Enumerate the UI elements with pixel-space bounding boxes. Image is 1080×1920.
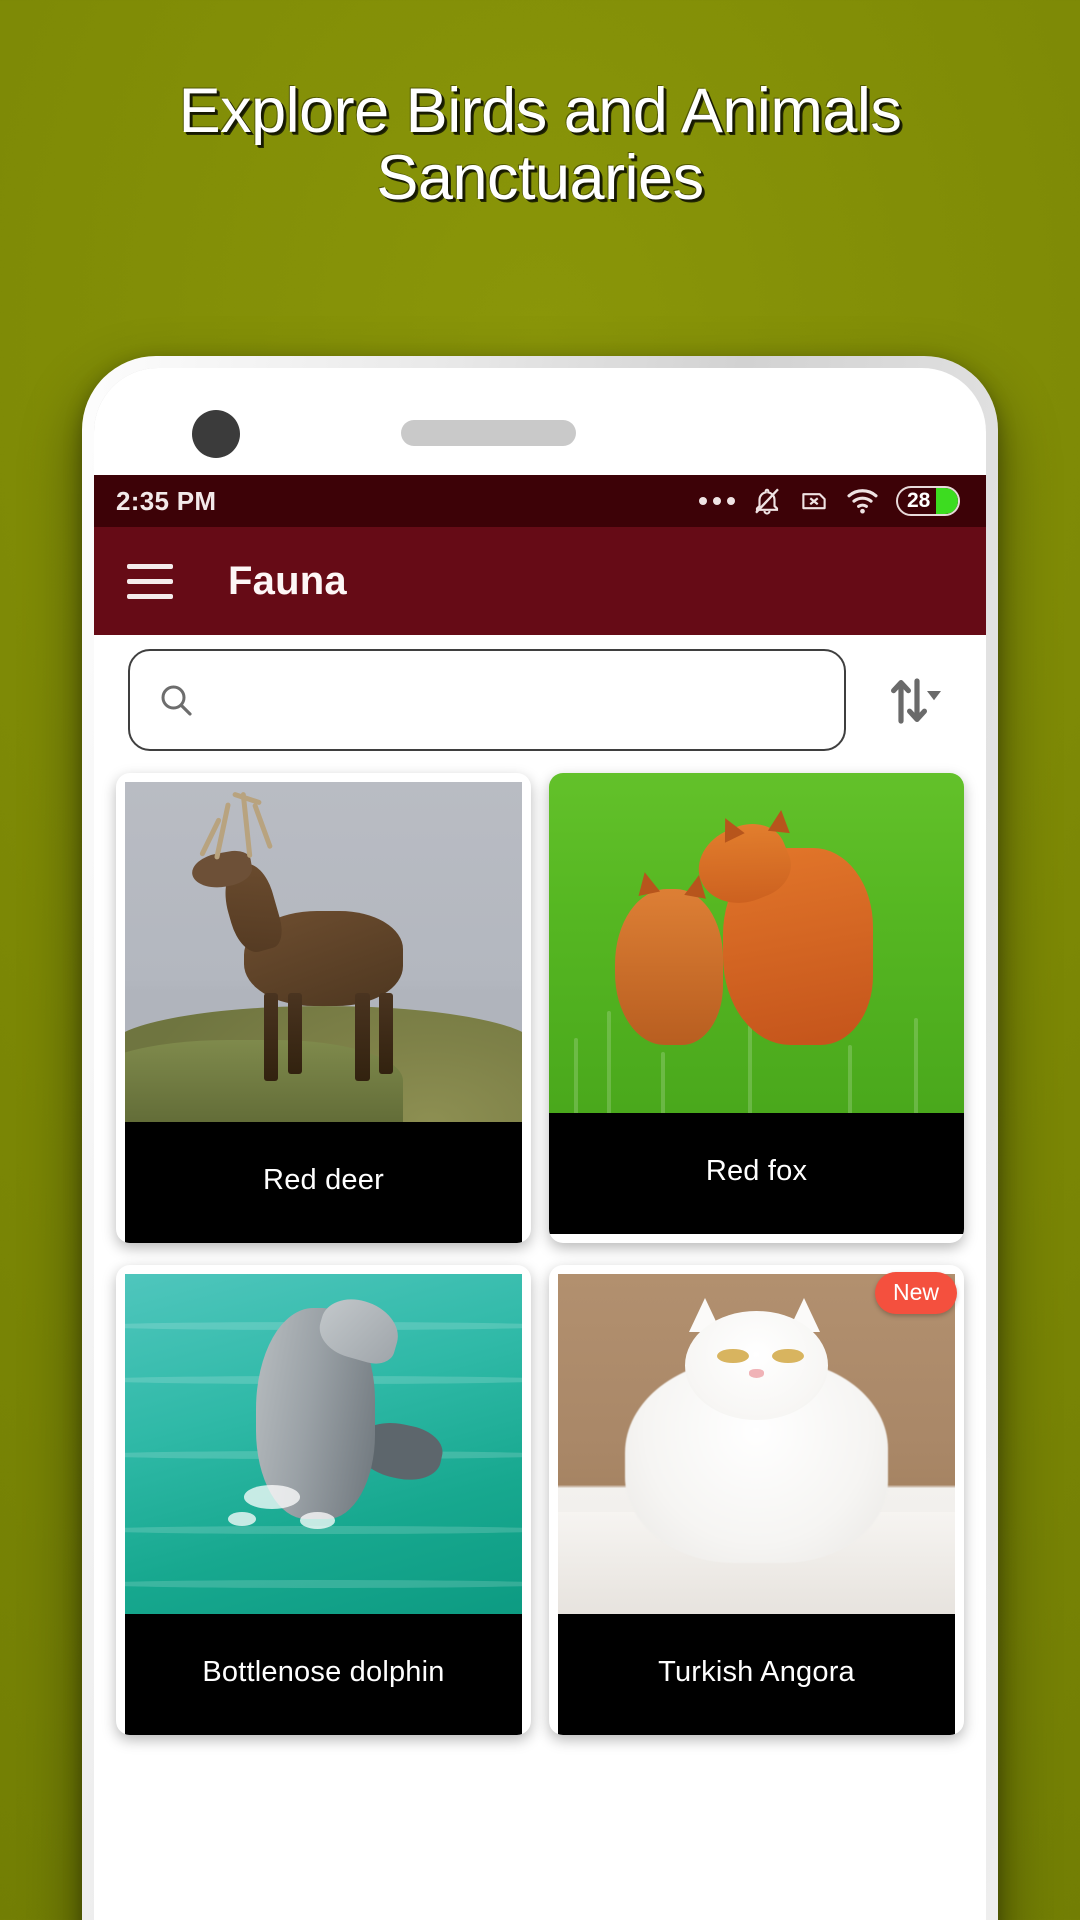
phone-screen-bezel: 2:35 PM 28 Fauna Red deer Red fox Bottle… (94, 368, 986, 1920)
app-bar: Fauna (94, 527, 986, 635)
sim-card-error-icon (802, 493, 826, 510)
sort-filter-button[interactable] (864, 650, 964, 750)
animal-photo-turkish-angora (558, 1274, 955, 1614)
earpiece-speaker (401, 420, 576, 446)
front-camera-icon (192, 410, 240, 458)
battery-icon: 28 (896, 486, 960, 516)
more-dots-icon (699, 497, 735, 505)
animal-name: Red deer (125, 1122, 522, 1243)
wifi-icon (847, 489, 878, 514)
notifications-muted-icon (755, 488, 779, 515)
phone-notch-area (94, 368, 986, 475)
animal-photo-red-deer (125, 782, 522, 1122)
app-bar-title: Fauna (228, 558, 347, 603)
page-title: Explore Birds and Animals Sanctuaries (178, 76, 902, 213)
phone-mockup-frame: 2:35 PM 28 Fauna Red deer Red fox Bottle… (82, 356, 998, 1920)
animal-card-grid: Red deer Red fox Bottlenose dolphin New … (94, 765, 986, 1735)
status-time: 2:35 PM (116, 485, 217, 516)
animal-name: Turkish Angora (558, 1614, 955, 1735)
battery-level: 28 (907, 489, 931, 512)
animal-card[interactable]: Red deer (116, 773, 531, 1243)
app-screen: 2:35 PM 28 Fauna Red deer Red fox Bottle… (94, 475, 986, 1920)
animal-name: Red fox (549, 1113, 964, 1234)
search-row (94, 635, 986, 765)
status-icons: 28 (699, 486, 960, 516)
battery-fill (936, 488, 958, 514)
animal-card[interactable]: Red fox (549, 773, 964, 1243)
animal-name: Bottlenose dolphin (125, 1614, 522, 1735)
search-input[interactable] (212, 684, 818, 716)
search-box[interactable] (128, 649, 846, 751)
hamburger-menu-icon[interactable] (127, 563, 173, 599)
animal-photo-bottlenose-dolphin (125, 1274, 522, 1614)
animal-card[interactable]: Bottlenose dolphin (116, 1265, 531, 1735)
animal-card[interactable]: New Turkish Angora (549, 1265, 964, 1735)
status-badge: New (874, 1272, 957, 1314)
search-icon (161, 685, 192, 716)
status-bar: 2:35 PM 28 (94, 475, 986, 527)
sort-filter-icon (891, 678, 941, 724)
animal-photo-red-fox (549, 773, 964, 1113)
